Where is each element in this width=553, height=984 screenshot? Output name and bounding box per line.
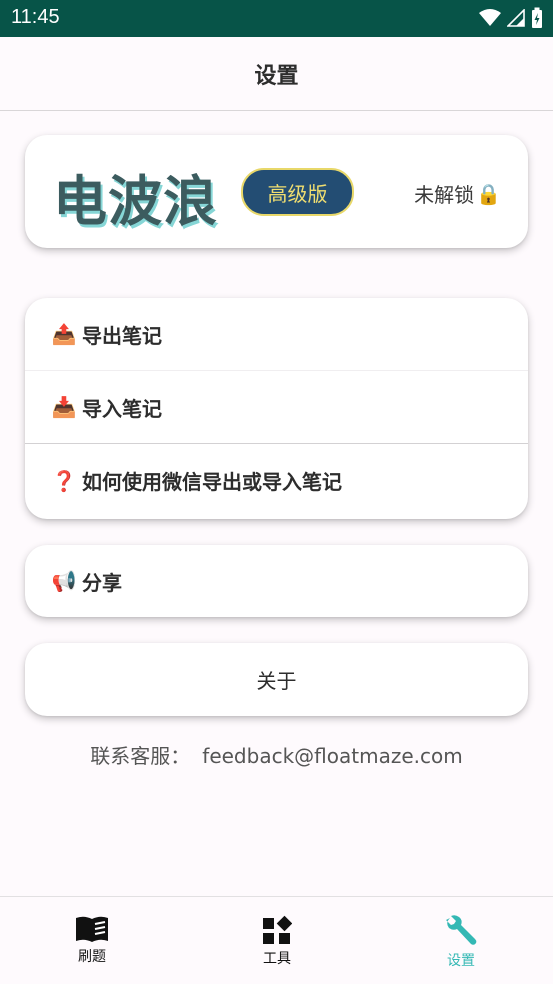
- import-notes-item[interactable]: 📥 导入笔记: [25, 371, 528, 444]
- about-label: 关于: [256, 669, 297, 693]
- premium-badge-label: 高级版: [267, 181, 328, 206]
- lock-icon: 🔒: [476, 181, 501, 206]
- nav-item-tools[interactable]: 工具: [217, 915, 337, 968]
- share-card[interactable]: 📢 分享: [25, 545, 528, 617]
- premium-badge[interactable]: 高级版: [241, 168, 354, 216]
- bottom-navigation: 刷题 工具 设置: [0, 896, 553, 984]
- outbox-tray-icon: 📤: [51, 322, 77, 346]
- notes-menu-card: 📤 导出笔记 📥 导入笔记 ❓ 如何使用微信导出或导入笔记: [25, 298, 528, 519]
- about-button[interactable]: 关于: [25, 643, 528, 716]
- share-item[interactable]: 📢 分享: [25, 545, 528, 617]
- status-bar: 11:45: [0, 0, 553, 37]
- wechat-help-label: 如何使用微信导出或导入笔记: [82, 470, 342, 494]
- wrench-icon: [446, 915, 477, 945]
- export-notes-item[interactable]: 📤 导出笔记: [25, 298, 528, 371]
- page-title: 设置: [254, 63, 299, 89]
- share-label: 分享: [82, 570, 122, 595]
- contact-label: 联系客服：: [90, 744, 191, 768]
- book-icon: [76, 916, 108, 942]
- battery-charging-icon: [532, 7, 542, 28]
- import-notes-label: 导入笔记: [82, 396, 162, 421]
- nav-item-practice[interactable]: 刷题: [32, 915, 152, 966]
- status-time: 11:45: [11, 6, 60, 28]
- widgets-icon: [263, 915, 292, 944]
- unlock-status[interactable]: 未解锁 🔒: [414, 179, 501, 208]
- inbox-tray-icon: 📥: [51, 395, 77, 419]
- export-notes-label: 导出笔记: [82, 323, 162, 348]
- megaphone-icon: 📢: [51, 569, 77, 593]
- nav-item-settings[interactable]: 设置: [401, 915, 521, 970]
- nav-label-practice: 刷题: [78, 949, 106, 965]
- app-info-card: 电波浪 高级版 未解锁 🔒: [25, 135, 528, 248]
- contact-info: 联系客服： feedback@floatmaze.com: [0, 740, 553, 769]
- signal-icon: [507, 9, 525, 27]
- app-name: 电波浪: [53, 170, 218, 233]
- app-bar: 设置: [0, 37, 553, 111]
- unlock-status-label: 未解锁: [414, 183, 475, 207]
- question-mark-icon: ❓: [51, 468, 77, 493]
- wechat-help-item[interactable]: ❓ 如何使用微信导出或导入笔记: [25, 444, 528, 517]
- nav-label-settings: 设置: [447, 953, 475, 969]
- status-icons: [479, 7, 543, 29]
- wifi-icon: [479, 9, 501, 26]
- nav-label-tools: 工具: [263, 951, 291, 967]
- contact-email[interactable]: feedback@floatmaze.com: [202, 744, 462, 768]
